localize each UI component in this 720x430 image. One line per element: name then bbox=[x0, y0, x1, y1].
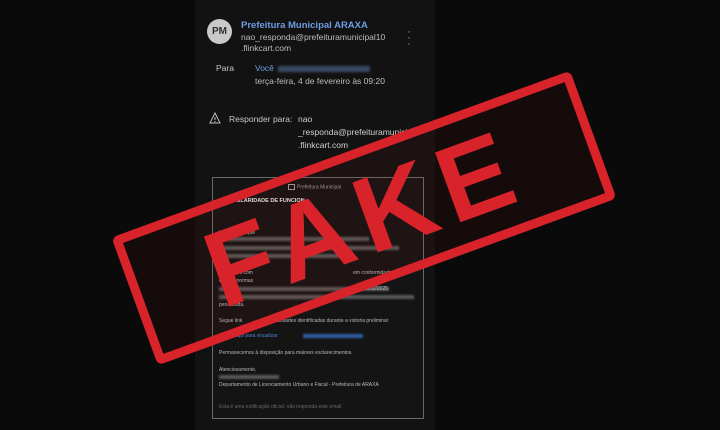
reply-to-line1: nao bbox=[298, 114, 313, 124]
blurred-recipient-email bbox=[277, 65, 370, 72]
closing: Atenciosamente, bbox=[219, 367, 257, 373]
blurred-signature bbox=[219, 375, 279, 379]
avatar[interactable]: PM bbox=[207, 19, 232, 44]
footer-note: Esta é uma notificação oficial, não resp… bbox=[219, 404, 343, 410]
to-recipient[interactable]: Você bbox=[255, 63, 370, 73]
to-label: Para bbox=[216, 63, 234, 73]
screenshot: PM Prefeitura Municipal ARAXA nao_respon… bbox=[0, 0, 720, 430]
reply-to-line3: .flinkcart.com bbox=[298, 140, 349, 150]
sender-email-domain: .flinkcart.com bbox=[241, 43, 292, 53]
reply-to-label: Responder para: bbox=[229, 114, 293, 124]
blurred-link bbox=[303, 334, 363, 338]
sender-name[interactable]: Prefeitura Municipal ARAXA bbox=[241, 20, 368, 31]
sender-email: nao_responda@prefeituramunicipal10 bbox=[241, 32, 386, 42]
body-paragraph-4: Permanecemos à disposição para maiores e… bbox=[219, 350, 353, 356]
to-value: Você bbox=[255, 63, 274, 73]
warning-triangle-icon bbox=[209, 112, 221, 124]
more-vertical-icon[interactable]: · · · bbox=[404, 25, 414, 49]
email-date: terça-feira, 4 de fevereiro às 09:20 bbox=[255, 76, 385, 86]
department: Departamento de Licenciamento Urbano e F… bbox=[219, 382, 379, 388]
